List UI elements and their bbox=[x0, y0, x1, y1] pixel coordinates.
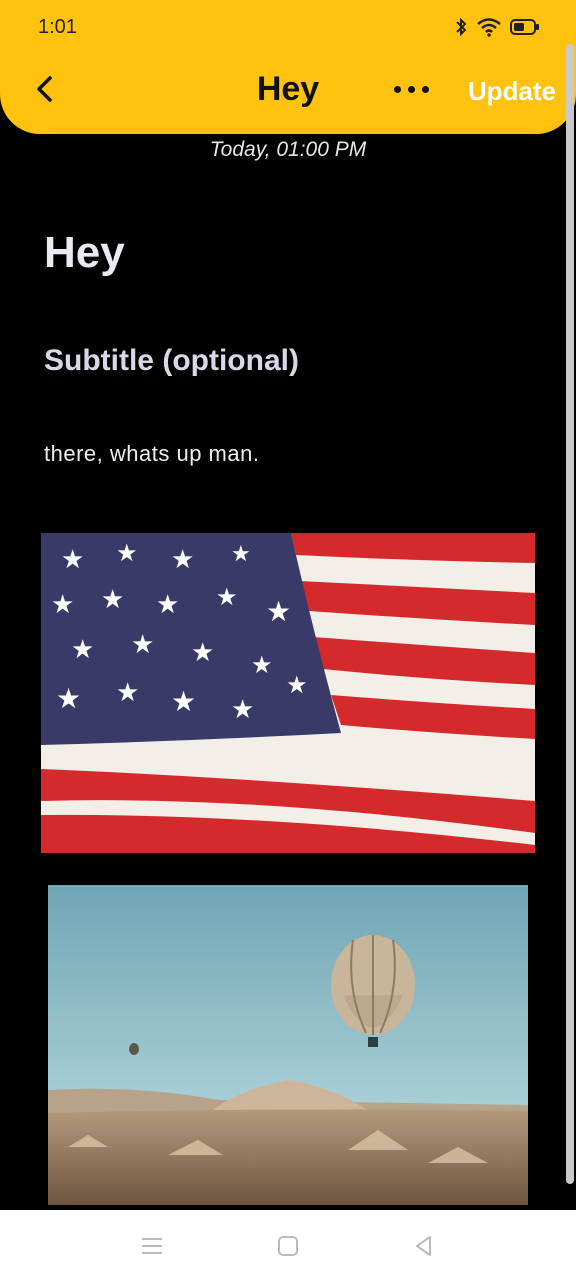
note-body[interactable]: there, whats up man. bbox=[44, 441, 259, 467]
note-subtitle[interactable]: Subtitle (optional) bbox=[44, 344, 299, 378]
note-heading[interactable]: Hey bbox=[44, 228, 125, 278]
menu-icon[interactable] bbox=[138, 1232, 166, 1260]
more-options-icon[interactable] bbox=[394, 86, 429, 93]
scrollbar[interactable] bbox=[566, 44, 574, 1184]
svg-text:★: ★ bbox=[131, 629, 154, 659]
bluetooth-icon bbox=[456, 17, 467, 37]
svg-text:★: ★ bbox=[216, 584, 238, 611]
svg-text:★: ★ bbox=[231, 541, 251, 566]
system-nav-bar bbox=[0, 1210, 576, 1280]
status-icons bbox=[454, 17, 540, 37]
svg-text:★: ★ bbox=[191, 637, 214, 667]
svg-text:★: ★ bbox=[56, 683, 81, 714]
svg-text:★: ★ bbox=[266, 596, 291, 627]
svg-text:★: ★ bbox=[71, 634, 94, 664]
note-timestamp: Today, 01:00 PM bbox=[209, 138, 367, 161]
svg-text:★: ★ bbox=[156, 589, 179, 619]
svg-text:★: ★ bbox=[116, 677, 139, 707]
status-time: 1:01 bbox=[38, 16, 77, 38]
svg-text:★: ★ bbox=[171, 544, 194, 574]
svg-text:★: ★ bbox=[231, 694, 254, 724]
battery-icon bbox=[510, 19, 539, 35]
svg-text:★: ★ bbox=[116, 540, 138, 567]
svg-text:★: ★ bbox=[61, 544, 84, 574]
svg-text:★: ★ bbox=[171, 686, 196, 717]
svg-text:★: ★ bbox=[286, 672, 308, 699]
app-header: 1:01 Hey Update bbox=[0, 0, 576, 134]
back-nav-icon[interactable] bbox=[410, 1232, 438, 1260]
home-icon[interactable] bbox=[274, 1232, 302, 1260]
balloon-landscape-image[interactable] bbox=[48, 885, 528, 1205]
wifi-icon bbox=[477, 18, 501, 37]
american-flag-image[interactable]: ★ ★ ★ ★ ★ ★ ★ ★ ★ ★ ★ ★ ★ ★ ★ ★ ★★ bbox=[41, 533, 535, 853]
svg-text:★: ★ bbox=[101, 584, 124, 614]
update-button[interactable]: Update bbox=[468, 76, 556, 107]
svg-text:★: ★ bbox=[51, 589, 74, 619]
svg-text:★: ★ bbox=[251, 652, 273, 679]
